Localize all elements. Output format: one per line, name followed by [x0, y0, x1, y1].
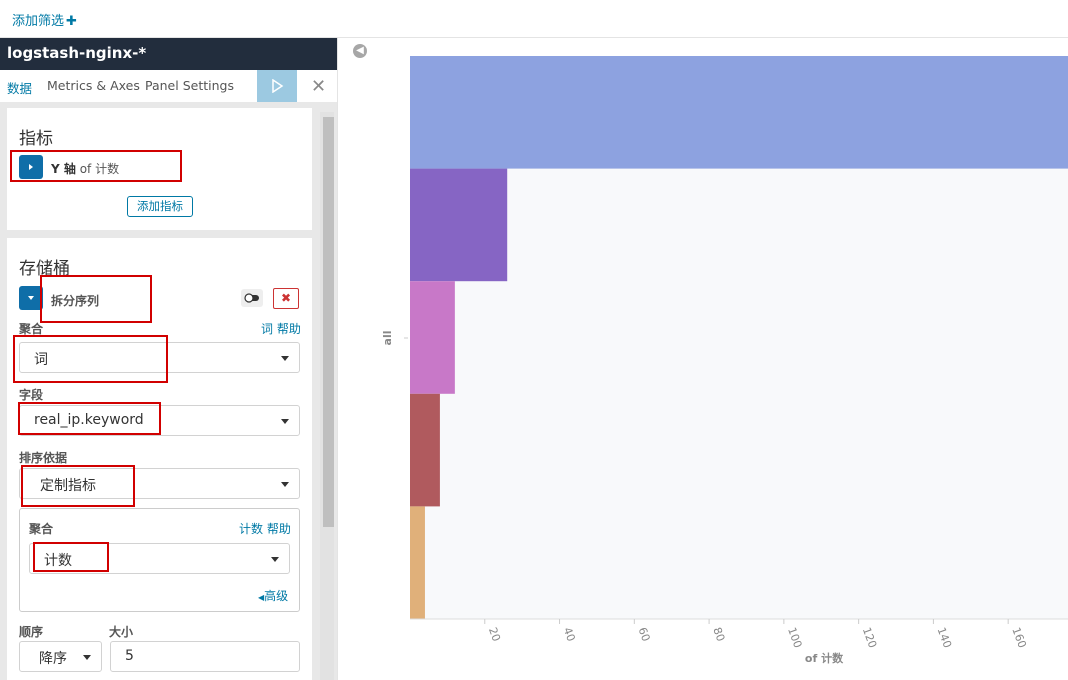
- custom-metric-box: 聚合 计数 帮助 计数 ◀高级: [19, 508, 300, 612]
- editor-tabs: 数据 Metrics & Axes Panel Settings ✕: [0, 70, 337, 105]
- remove-icon: ✖: [280, 291, 292, 305]
- bar-2[interactable]: [410, 281, 455, 394]
- bar-0[interactable]: [410, 56, 1068, 169]
- x-tick-label: 100: [785, 626, 804, 650]
- remove-bucket-button[interactable]: ✖: [273, 288, 299, 309]
- x-tick-label: 140: [935, 626, 954, 650]
- x-tick-label: 80: [710, 626, 727, 644]
- highlight-box: [40, 275, 152, 323]
- order-value: 降序: [39, 651, 67, 667]
- field-label: 字段: [19, 388, 44, 402]
- editor-body: 指标 Y 轴 of 计数 添加指标 存储桶 拆分序列 ✖ 聚合 词 帮助 词 字…: [0, 102, 337, 680]
- highlight-box: [10, 150, 182, 182]
- x-tick-label: 60: [635, 626, 652, 644]
- x-tick-label: 20: [486, 626, 503, 644]
- bar-chart: 20 40 60 80 100 120 140 160 of 计数 all: [381, 56, 1068, 665]
- x-tick-label: 120: [860, 626, 879, 650]
- add-metric-button[interactable]: 添加指标: [127, 196, 193, 217]
- close-button[interactable]: ✕: [300, 70, 337, 102]
- metrics-title: 指标: [19, 129, 53, 149]
- filter-bar: 添加筛选 ✚: [0, 0, 1068, 38]
- highlight-box: [13, 335, 168, 383]
- size-value: 5: [125, 648, 134, 664]
- plus-icon: ✚: [66, 14, 77, 29]
- highlight-box: [21, 465, 135, 507]
- editor-sidebar: logstash-nginx-* 数据 Metrics & Axes Panel…: [0, 38, 337, 680]
- add-filter-link[interactable]: 添加筛选 ✚: [12, 10, 77, 29]
- chart-area: ◀ 20 40 60 80 100 120 140 160 of 计数 all: [337, 38, 1068, 680]
- add-filter-label: 添加筛选: [12, 14, 65, 29]
- bar-1[interactable]: [410, 168, 508, 282]
- sub-aggregation-label: 聚合: [29, 522, 54, 536]
- y-axis-title: all: [381, 331, 394, 346]
- caret-down-icon: [28, 296, 34, 300]
- scrollbar-thumb[interactable]: [323, 117, 334, 527]
- advanced-label: 高级: [264, 589, 289, 603]
- tab-metrics-axes[interactable]: Metrics & Axes: [47, 78, 140, 93]
- sub-aggregation-help-link[interactable]: 计数 帮助: [239, 520, 291, 537]
- buckets-panel: 存储桶 拆分序列 ✖ 聚合 词 帮助 词 字段 real_ip.keyword: [7, 238, 312, 680]
- highlight-box: [18, 402, 161, 435]
- apply-button[interactable]: [257, 70, 297, 102]
- chevron-down-icon: [271, 557, 279, 562]
- x-tick-label: 40: [561, 626, 578, 644]
- close-icon: ✕: [310, 75, 327, 97]
- chevron-down-icon: [83, 655, 91, 660]
- bar-3[interactable]: [410, 393, 440, 507]
- size-label: 大小: [109, 625, 134, 639]
- tab-panel-settings[interactable]: Panel Settings: [145, 78, 234, 93]
- bar-4[interactable]: [410, 506, 425, 619]
- order-select[interactable]: 降序: [19, 641, 102, 672]
- chevron-down-icon: [281, 419, 289, 424]
- order-by-label: 排序依据: [19, 451, 68, 465]
- aggregation-help-link[interactable]: 词 帮助: [261, 320, 301, 337]
- x-axis-title: of 计数: [805, 651, 844, 665]
- highlight-box: [33, 542, 109, 572]
- order-label: 顺序: [19, 625, 44, 639]
- tab-data[interactable]: 数据: [7, 78, 33, 105]
- play-icon: [272, 79, 284, 93]
- advanced-toggle[interactable]: ◀高级: [258, 587, 288, 604]
- size-input[interactable]: 5: [110, 641, 300, 672]
- toggle-icon[interactable]: [241, 289, 263, 307]
- x-tick-label: 160: [1009, 626, 1028, 650]
- index-pattern-title: logstash-nginx-*: [0, 38, 337, 70]
- chevron-down-icon: [281, 356, 289, 361]
- chevron-down-icon: [281, 482, 289, 487]
- metrics-panel: 指标 Y 轴 of 计数 添加指标: [7, 108, 312, 230]
